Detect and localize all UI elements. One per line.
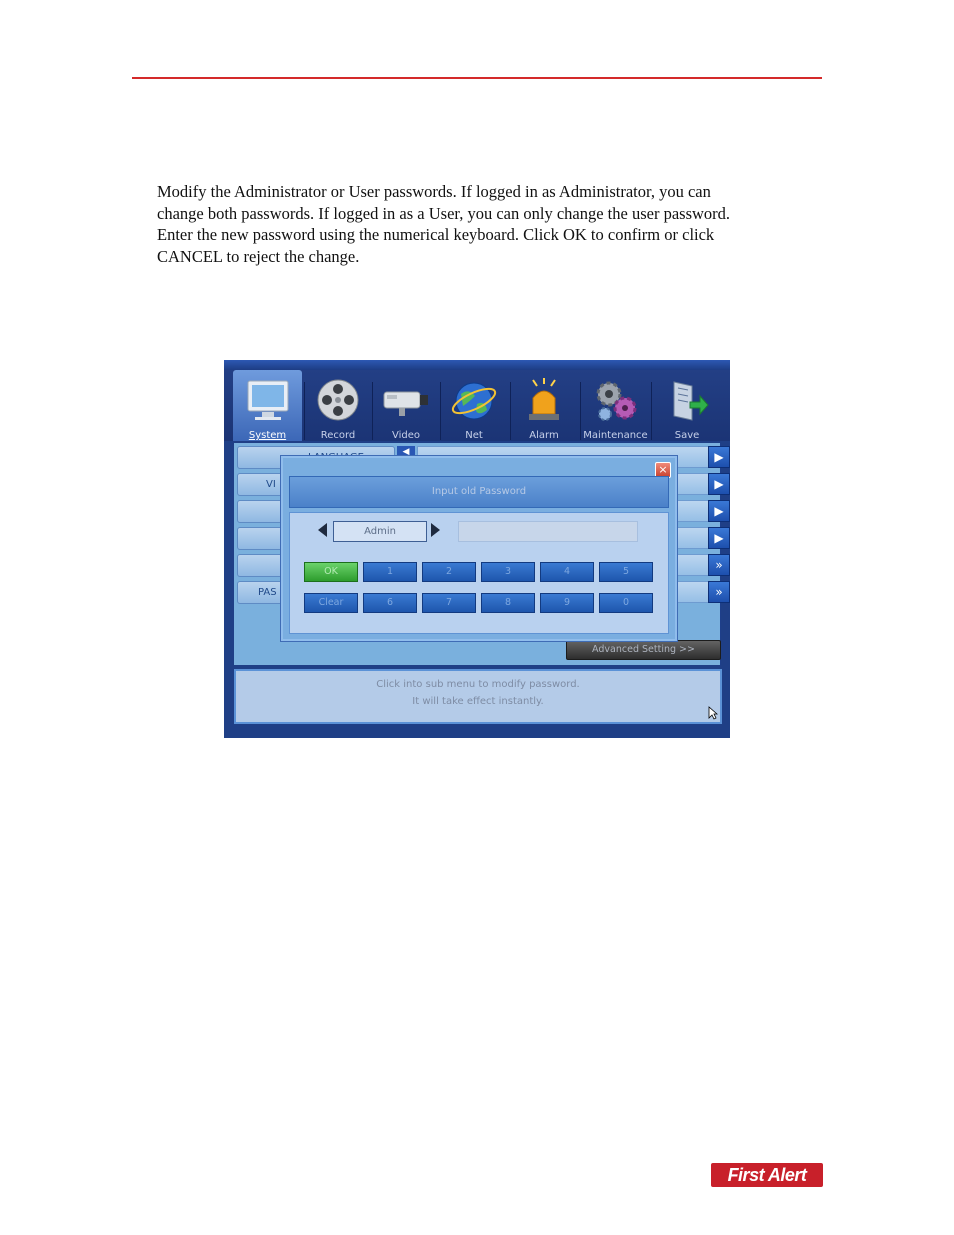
dvr-title-bar (224, 360, 730, 370)
play-arrow-icon[interactable]: ▶ (708, 446, 730, 468)
key-5-button[interactable]: 5 (599, 562, 653, 582)
film-reel-icon (317, 379, 359, 421)
toolbar-net[interactable]: Net (441, 370, 507, 441)
dialog-body: Admin OK 1 2 3 4 5 Clear 6 7 8 9 0 (289, 512, 669, 634)
ok-button[interactable]: OK (304, 562, 358, 582)
help-text-line: It will take effect instantly. (412, 696, 544, 707)
help-text-line: Click into sub menu to modify password. (376, 679, 580, 690)
paragraph-line: Modify the Administrator or User passwor… (157, 182, 711, 201)
password-dialog: × Input old Password Admin OK 1 2 3 4 5 … (281, 456, 677, 641)
toolbar-label: Alarm (529, 430, 559, 441)
paragraph-line: CANCEL to reject the change. (157, 246, 360, 266)
menu-item-label: VI (266, 479, 276, 490)
first-alert-logo: First Alert (711, 1163, 823, 1187)
toolbar-maintenance[interactable]: Maintenance (580, 370, 651, 441)
globe-icon (451, 382, 497, 420)
toolbar-label: Record (320, 430, 356, 441)
play-arrow-icon[interactable]: ▶ (708, 473, 730, 495)
key-1-button[interactable]: 1 (363, 562, 417, 582)
menu-item-label: PAS (258, 587, 277, 598)
dialog-title: Input old Password (289, 476, 669, 508)
play-arrow-icon[interactable]: ▶ (708, 527, 730, 549)
key-9-button[interactable]: 9 (540, 593, 594, 613)
key-6-button[interactable]: 6 (363, 593, 417, 613)
toolbar-save[interactable]: Save (652, 370, 722, 441)
gears-icon (596, 381, 636, 421)
clear-button[interactable]: Clear (304, 593, 358, 613)
toolbar-label: Save (674, 430, 700, 441)
arrow-left-icon[interactable] (318, 523, 327, 537)
instruction-paragraph: Modify the Administrator or User passwor… (157, 181, 817, 267)
paragraph-line: Enter the new password using the numeric… (157, 225, 715, 245)
advanced-setting-button[interactable]: Advanced Setting >> (566, 640, 721, 660)
toolbar-label: System (248, 430, 287, 441)
mouse-cursor-icon (708, 706, 718, 720)
password-input[interactable] (458, 521, 638, 542)
key-8-button[interactable]: 8 (481, 593, 535, 613)
header-rule (132, 77, 822, 79)
double-chevron-icon[interactable]: » (708, 581, 730, 603)
toolbar-system[interactable]: System (233, 370, 302, 441)
toolbar-alarm[interactable]: Alarm (511, 370, 577, 441)
siren-icon (529, 378, 559, 420)
arrow-right-icon[interactable] (431, 523, 440, 537)
play-arrow-icon[interactable]: ▶ (708, 500, 730, 522)
dvr-screenshot: System Record Video Net Alarm Maintenanc… (224, 360, 730, 738)
key-7-button[interactable]: 7 (422, 593, 476, 613)
key-2-button[interactable]: 2 (422, 562, 476, 582)
user-select[interactable]: Admin (333, 521, 427, 542)
camera-icon (383, 391, 428, 416)
monitor-icon (247, 380, 288, 420)
toolbar-label: Video (391, 430, 421, 441)
double-chevron-icon[interactable]: » (708, 554, 730, 576)
toolbar-label: Maintenance (583, 430, 648, 441)
paragraph-line: change both passwords. If logged in as a… (157, 203, 731, 223)
toolbar-record[interactable]: Record (305, 370, 371, 441)
dvr-toolbar: System Record Video Net Alarm Maintenanc… (224, 370, 730, 441)
help-text-box: Click into sub menu to modify password. … (234, 669, 722, 724)
toolbar-label: Net (465, 430, 483, 441)
save-folder-icon (673, 381, 709, 421)
key-4-button[interactable]: 4 (540, 562, 594, 582)
key-3-button[interactable]: 3 (481, 562, 535, 582)
toolbar-video[interactable]: Video (373, 370, 439, 441)
key-0-button[interactable]: 0 (599, 593, 653, 613)
